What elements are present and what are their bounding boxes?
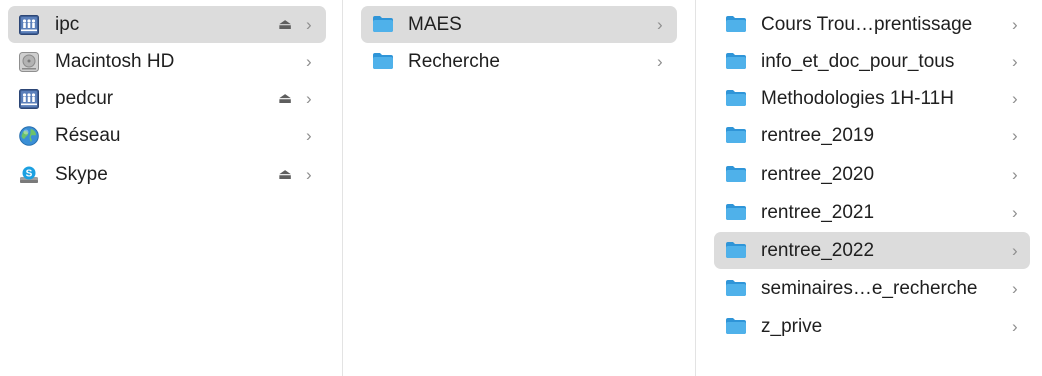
svg-text:S: S (26, 169, 33, 180)
skype-disk-icon: S (19, 165, 39, 185)
folder-icon (725, 165, 746, 185)
sidebar-item-label: ipc (55, 14, 80, 35)
sidebar-item-reseau[interactable]: Réseau › (8, 117, 326, 154)
hard-drive-icon (19, 52, 39, 72)
folder-row[interactable]: info_et_doc_pour_tous › (714, 43, 1030, 80)
folder-label: z_prive (761, 316, 823, 337)
folder-label: rentree_2020 (761, 164, 875, 185)
sidebar-item-label: Skype (55, 164, 108, 185)
maes-column: Cours Trou…prentissage › info_et_doc_pou… (696, 0, 1042, 376)
chevron-right-icon: › (306, 15, 312, 34)
folder-row[interactable]: rentree_2019 › (714, 117, 1030, 154)
folder-icon (725, 15, 746, 35)
folder-row[interactable]: rentree_2020 › (714, 156, 1030, 193)
folder-icon (372, 15, 393, 35)
locations-column: ipc ⏏ › Macintosh HD › pedcur ⏏ › Réseau… (0, 0, 342, 376)
folder-row[interactable]: z_prive › (714, 308, 1030, 345)
folder-row[interactable]: seminaires…e_recherche › (714, 270, 1030, 307)
folder-row-maes[interactable]: MAES › (361, 6, 677, 43)
folder-label: info_et_doc_pour_tous (761, 51, 955, 72)
folder-row[interactable]: rentree_2021 › (714, 194, 1030, 231)
folder-label: Methodologies 1H-11H (761, 88, 954, 109)
folder-label: rentree_2019 (761, 125, 875, 146)
eject-icon[interactable]: ⏏ (278, 6, 292, 43)
chevron-right-icon: › (657, 52, 663, 71)
eject-icon[interactable]: ⏏ (278, 80, 292, 117)
folder-label: seminaires…e_recherche (761, 278, 978, 299)
folder-label: rentree_2021 (761, 202, 875, 223)
chevron-right-icon: › (1012, 52, 1018, 71)
chevron-right-icon: › (1012, 279, 1018, 298)
sidebar-item-label: pedcur (55, 88, 114, 109)
folder-row-recherche[interactable]: Recherche › (361, 43, 677, 80)
chevron-right-icon: › (306, 89, 312, 108)
folder-label: Cours Trou…prentissage (761, 14, 973, 35)
folder-row[interactable]: rentree_2022 › (714, 232, 1030, 269)
chevron-right-icon: › (657, 15, 663, 34)
folder-icon (725, 317, 746, 337)
folder-row[interactable]: Cours Trou…prentissage › (714, 6, 1030, 43)
folder-icon (725, 89, 746, 109)
network-globe-icon (19, 126, 39, 146)
ipc-column: MAES › Recherche › (343, 0, 695, 376)
chevron-right-icon: › (1012, 15, 1018, 34)
chevron-right-icon: › (1012, 317, 1018, 336)
chevron-right-icon: › (1012, 165, 1018, 184)
folder-icon (725, 241, 746, 261)
sidebar-item-label: Réseau (55, 125, 121, 146)
sidebar-item-pedcur[interactable]: pedcur ⏏ › (8, 80, 326, 117)
sidebar-item-ipc[interactable]: ipc ⏏ › (8, 6, 326, 43)
chevron-right-icon: › (1012, 241, 1018, 260)
folder-icon (725, 279, 746, 299)
folder-icon (725, 203, 746, 223)
chevron-right-icon: › (306, 165, 312, 184)
chevron-right-icon: › (306, 126, 312, 145)
sidebar-item-skype[interactable]: S Skype ⏏ › (8, 156, 326, 193)
network-volume-icon (19, 89, 39, 109)
folder-icon (372, 52, 393, 72)
chevron-right-icon: › (1012, 89, 1018, 108)
folder-label: Recherche (408, 51, 500, 72)
network-volume-icon (19, 15, 39, 35)
sidebar-item-label: Macintosh HD (55, 51, 175, 72)
folder-icon (725, 52, 746, 72)
folder-label: MAES (408, 14, 462, 35)
folder-icon (725, 126, 746, 146)
chevron-right-icon: › (1012, 203, 1018, 222)
folder-label: rentree_2022 (761, 240, 875, 261)
chevron-right-icon: › (306, 52, 312, 71)
sidebar-item-macintosh-hd[interactable]: Macintosh HD › (8, 43, 326, 80)
chevron-right-icon: › (1012, 126, 1018, 145)
folder-row[interactable]: Methodologies 1H-11H › (714, 80, 1030, 117)
eject-icon[interactable]: ⏏ (278, 156, 292, 193)
